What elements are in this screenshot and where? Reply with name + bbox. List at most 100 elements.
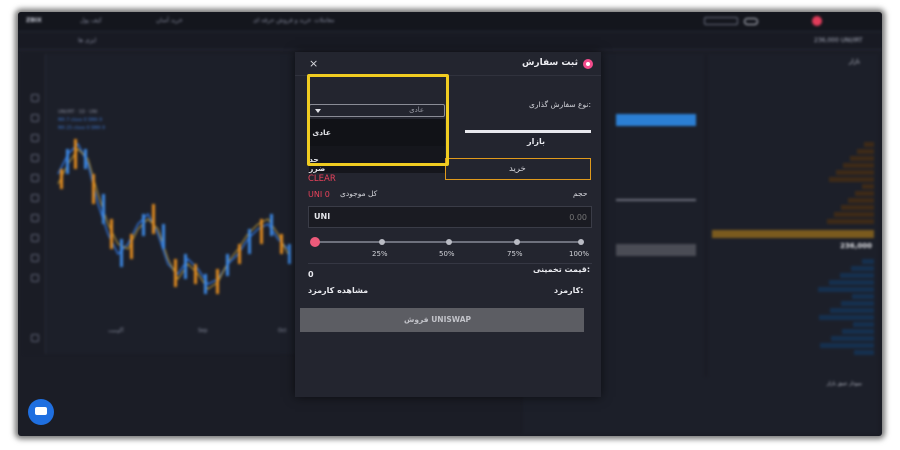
pair-bar: ایزی ها 236,000 UNI/IRT — [18, 32, 882, 50]
orderbook-bid-row — [712, 315, 874, 321]
clear-button[interactable]: CLEAR — [308, 174, 336, 184]
ask-depth-bar — [864, 142, 874, 147]
orderbook-highlight-row — [712, 230, 874, 238]
orderbook-bid-row — [712, 343, 874, 349]
ask-depth-bar — [834, 212, 874, 217]
orderbook-bid-row — [712, 280, 874, 286]
order-type-selected: عادی — [409, 106, 424, 114]
mini-slider[interactable] — [616, 199, 696, 201]
bid-depth-bar — [830, 308, 874, 313]
buy-toggle[interactable]: خرید — [445, 158, 591, 180]
uniswap-coin-icon — [583, 59, 593, 69]
orderbook-ask-row — [712, 177, 874, 183]
ask-depth-bar — [855, 191, 874, 196]
ask-depth-bar — [841, 205, 874, 210]
ask-depth-bar — [827, 219, 874, 224]
brush-tool-icon[interactable] — [31, 134, 39, 142]
option-normal[interactable]: عادی — [309, 119, 445, 146]
nav-item-trades[interactable]: معاملات — [314, 17, 334, 24]
orderbook-bid-row — [712, 273, 874, 279]
slider-label-75: 75% — [507, 250, 523, 258]
view-fee-link[interactable]: مشاهده کارمزد — [308, 286, 368, 295]
orderbook-bid-row — [712, 329, 874, 335]
pattern-tool-icon[interactable] — [31, 174, 39, 182]
theme-toggle[interactable] — [744, 18, 758, 25]
balance-label: کل موجودی — [340, 189, 378, 198]
x-axis-label-august: آگوست — [108, 327, 124, 334]
ask-depth-bar — [843, 163, 874, 168]
nav-item-easy-buy[interactable]: خرید آسان — [156, 17, 183, 24]
chat-support-button[interactable] — [28, 399, 54, 425]
orderbook-bid-row — [712, 259, 874, 265]
trash-tool-icon[interactable] — [31, 334, 39, 342]
x-axis-label-sep: Sep — [198, 328, 207, 334]
slider-label-25: 25% — [372, 250, 388, 258]
bid-depth-bar — [862, 259, 874, 264]
caret-down-icon — [315, 109, 321, 113]
orderbook-bid-row — [712, 308, 874, 314]
bid-depth-bar — [853, 322, 874, 327]
orderbook-ask-row — [712, 163, 874, 169]
divider — [308, 263, 592, 264]
close-icon[interactable]: × — [309, 57, 318, 70]
zoom-tool-icon[interactable] — [31, 214, 39, 222]
orderbook-title: بازار — [849, 58, 860, 65]
option-normal-label: عادی — [312, 128, 331, 137]
crosshair-tool-icon[interactable] — [31, 94, 39, 102]
orderbook-ask-row — [712, 184, 874, 190]
dialog-title: ثبت سفارش — [521, 58, 578, 68]
ask-depth-bar — [862, 184, 874, 189]
trendline-tool-icon[interactable] — [31, 114, 39, 122]
slider-tick-25[interactable] — [379, 239, 385, 245]
nav-item-pro-trade[interactable]: خرید و فروش حرفه ای — [253, 17, 311, 24]
balance-value: UNI 0 — [308, 190, 330, 199]
price-ticker: 236,000 UNI/IRT — [814, 37, 863, 44]
mini-submit[interactable] — [616, 244, 696, 256]
sell-button-label: فروش UNISWAP — [404, 315, 472, 324]
bid-depth-bar — [852, 294, 874, 299]
ask-depth-bar — [836, 170, 874, 175]
orderbook-bid-row — [712, 266, 874, 272]
bid-depth-bar — [819, 315, 874, 320]
orderbook-last-price: 236,000 — [840, 242, 872, 250]
lock-tool-icon[interactable] — [31, 254, 39, 262]
pair-tab[interactable]: ایزی ها — [78, 37, 96, 44]
magnet-tool-icon[interactable] — [31, 234, 39, 242]
bid-depth-bar — [820, 343, 874, 348]
option-stop-loss[interactable]: حد ضرر — [309, 146, 445, 173]
order-type-label: نوع سفارش گذاری: — [529, 100, 591, 109]
order-type-select[interactable]: عادی — [309, 104, 445, 117]
app-window: ZBIX کیف پول خرید آسان خرید و فروش حرفه … — [18, 12, 882, 436]
slider-tick-50[interactable] — [446, 239, 452, 245]
avatar[interactable] — [812, 16, 822, 26]
eye-tool-icon[interactable] — [31, 274, 39, 282]
buy-tab-bg[interactable] — [616, 114, 696, 126]
dialog-header: × ثبت سفارش — [295, 52, 601, 76]
tab-market[interactable]: بازار — [527, 137, 545, 146]
orderbook-ask-row — [712, 212, 874, 218]
measure-tool-icon[interactable] — [31, 194, 39, 202]
bid-depth-bar — [851, 266, 874, 271]
amount-currency: UNI — [314, 212, 331, 221]
nav-item-wallet[interactable]: کیف پول — [80, 17, 102, 24]
candlestick-chart[interactable]: آگوست Sep Oct — [48, 54, 296, 354]
orderbook-ask-row — [712, 170, 874, 176]
language-select[interactable] — [704, 17, 738, 25]
amount-input[interactable] — [497, 210, 587, 224]
orderbook-ask-row — [712, 149, 874, 155]
text-tool-icon[interactable] — [31, 154, 39, 162]
bid-depth-bar — [818, 287, 874, 292]
amount-slider-knob[interactable] — [310, 237, 320, 247]
orderbook-ask-row — [712, 198, 874, 204]
orderbook-ask-row — [712, 156, 874, 162]
orderbook-ask-row — [712, 142, 874, 148]
option-stop-loss-label: حد ضرر — [309, 155, 326, 173]
estimated-price-label: قیمت تخمینی: — [533, 265, 591, 274]
slider-tick-75[interactable] — [514, 239, 520, 245]
bid-depth-bar — [831, 336, 874, 341]
sell-uniswap-button[interactable]: فروش UNISWAP — [300, 308, 584, 332]
bid-depth-bar — [840, 273, 874, 278]
slider-label-100: 100% — [569, 250, 590, 258]
slider-tick-100[interactable] — [578, 239, 584, 245]
price-chart-panel: UNI/IRT · 1D · UNI MA 7 close 0 SMA 9 MA… — [24, 54, 296, 354]
